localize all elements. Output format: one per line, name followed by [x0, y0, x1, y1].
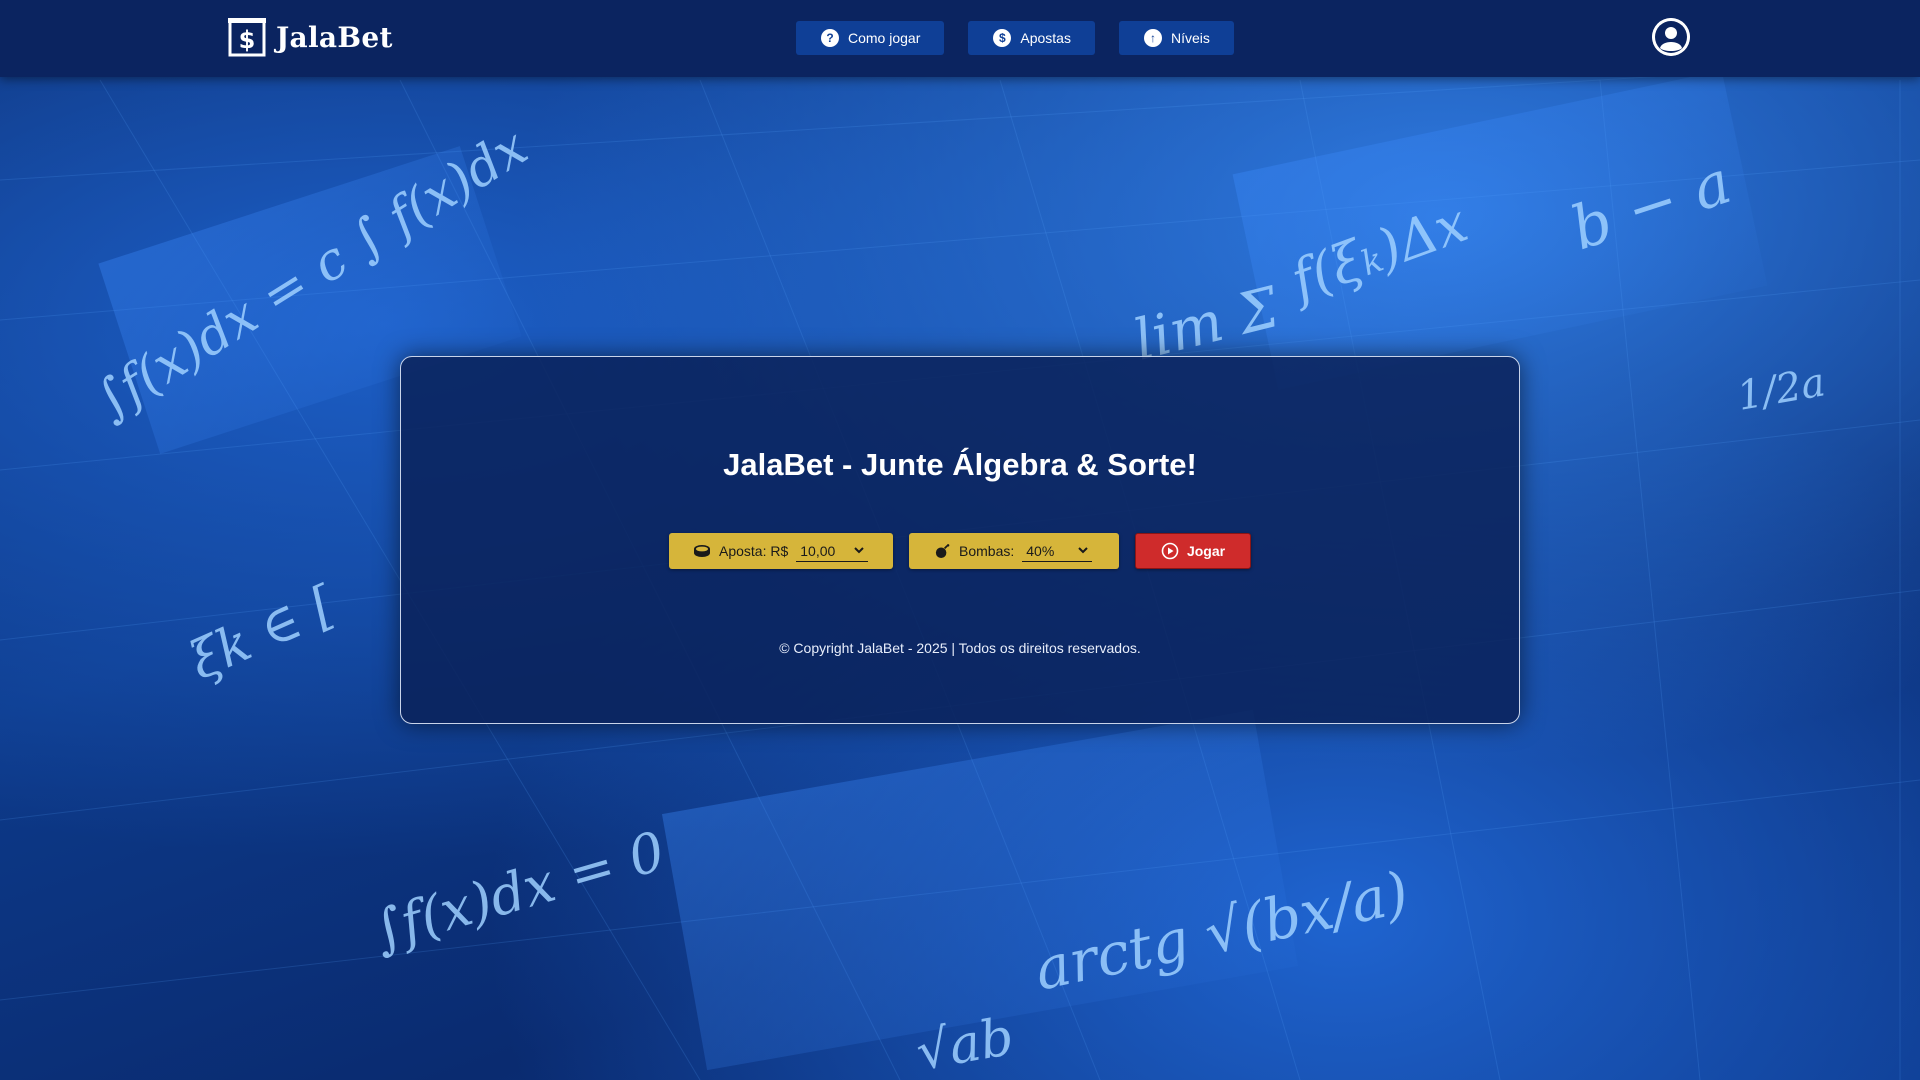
- nav-label: Como jogar: [848, 30, 921, 46]
- svg-text:ξk ∈ [: ξk ∈ [: [181, 575, 345, 692]
- aposta-select[interactable]: 10,00: [796, 540, 869, 562]
- svg-text:b − a: b − a: [1563, 147, 1739, 264]
- chevron-down-icon: [854, 547, 864, 554]
- arrow-up-icon: ↑: [1143, 29, 1162, 47]
- nav-como-jogar-button[interactable]: ? Como jogar: [796, 21, 945, 55]
- main-nav: ? Como jogar $ Apostas ↑ Níveis: [796, 21, 1234, 55]
- nav-label: Apostas: [1020, 30, 1071, 46]
- bomb-icon: [935, 544, 950, 558]
- game-panel: JalaBet - Junte Álgebra & Sorte! Aposta:…: [400, 356, 1520, 724]
- aposta-label: Aposta: R$: [719, 543, 789, 559]
- play-circle-icon: [1161, 542, 1179, 560]
- game-controls: Aposta: R$ 10,00 Bombas: 40% Jogar: [669, 533, 1251, 569]
- bombas-select[interactable]: 40%: [1022, 540, 1093, 562]
- nav-niveis-button[interactable]: ↑ Níveis: [1118, 21, 1234, 55]
- page-title: JalaBet - Junte Álgebra & Sorte!: [723, 447, 1197, 482]
- brand-name: JalaBet: [276, 20, 393, 54]
- svg-text:∫f(x)dx = 0: ∫f(x)dx = 0: [366, 819, 671, 962]
- copyright-text: © Copyright JalaBet - 2025 | Todos os di…: [779, 640, 1141, 656]
- bombas-label: Bombas:: [959, 543, 1015, 559]
- chevron-down-icon: [1078, 547, 1088, 554]
- bombas-value: 40%: [1026, 542, 1055, 559]
- aposta-control: Aposta: R$ 10,00: [669, 533, 893, 569]
- brand[interactable]: $ JalaBet: [228, 17, 393, 57]
- play-button[interactable]: Jogar: [1135, 533, 1251, 569]
- logo-icon: $: [228, 18, 266, 57]
- top-navbar: $ JalaBet ? Como jogar $ Apostas ↑ Nívei…: [0, 0, 1920, 77]
- nav-apostas-button[interactable]: $ Apostas: [968, 21, 1095, 55]
- nav-label: Níveis: [1170, 30, 1210, 46]
- coins-icon: [694, 545, 710, 557]
- dollar-icon: $: [993, 29, 1012, 47]
- svg-text:1/2a: 1/2a: [1734, 359, 1829, 420]
- question-icon: ?: [821, 29, 839, 47]
- user-avatar-button[interactable]: [1652, 18, 1690, 56]
- svg-text:$: $: [239, 26, 256, 54]
- svg-text:arctg √(bx/a): arctg √(bx/a): [1029, 858, 1415, 1003]
- play-label: Jogar: [1186, 543, 1226, 559]
- aposta-value: 10,00: [800, 542, 836, 559]
- bombas-control: Bombas: 40%: [909, 533, 1119, 569]
- svg-text:√ab: √ab: [912, 1007, 1018, 1080]
- svg-text:f(ξk)Δx: f(ξk)Δx: [1279, 191, 1475, 314]
- user-icon: [1652, 18, 1690, 56]
